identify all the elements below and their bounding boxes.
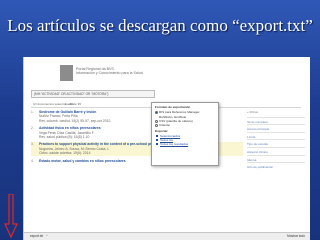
bullet-icon xyxy=(156,139,158,142)
bullet-icon xyxy=(156,143,158,146)
export-format-label: RIS para Reference Manager, RefWorks, En… xyxy=(159,110,201,119)
sidebar-item[interactable]: Idioma xyxy=(247,154,305,163)
radio-icon[interactable] xyxy=(155,124,158,128)
slide-title: Los artículos se descargan como “export.… xyxy=(7,16,313,35)
export-format-label: Citación xyxy=(159,123,171,128)
result-number: 3. xyxy=(31,142,34,147)
downloaded-file-name: export.txt xyxy=(30,234,44,238)
portal-name-line1: Portal Regional da BVS xyxy=(76,67,114,71)
export-all-results-link[interactable]: Todos los resultados xyxy=(155,142,215,146)
radio-selected-icon[interactable] xyxy=(155,111,158,115)
sidebar-item[interactable]: + Filtros xyxy=(247,108,305,117)
export-format-option[interactable]: RIS para Reference Manager, RefWorks, En… xyxy=(155,110,215,119)
sidebar-item[interactable]: Año de publicación xyxy=(247,162,305,170)
show-all-downloads-button[interactable]: Mostrar todo xyxy=(287,234,305,239)
sidebar-item[interactable]: Aspecto clínico xyxy=(247,146,305,155)
bullet-icon xyxy=(156,134,158,137)
result-number: 2. xyxy=(31,126,34,131)
result-number: 4. xyxy=(31,158,34,163)
results-count: 1 - 20 de 95 xyxy=(65,102,82,106)
result-number: 1. xyxy=(31,110,34,114)
portal-name-line2: Información y Conocimiento para la Salud xyxy=(76,71,143,76)
downloaded-file[interactable]: export.txt ^ xyxy=(30,234,48,239)
sidebar-item[interactable]: Tipo de estudio xyxy=(247,139,305,147)
export-format-option[interactable]: Citación xyxy=(155,123,215,128)
filters-sidebar: + Filtros Texto completo Asunto principa… xyxy=(247,108,305,230)
bvs-logo xyxy=(60,65,73,81)
export-dialog: Formato de exportación RIS para Referenc… xyxy=(151,102,219,166)
browser-screenshot: Portal Regional da BVS Información y Con… xyxy=(23,57,310,240)
arrow-down-icon xyxy=(4,194,18,238)
search-input[interactable]: (MH:"ACTIVIDAD" OR ACTIVIDAD" OR "MOTORA… xyxy=(31,90,155,98)
export-link-label: Todos los resultados xyxy=(160,142,189,147)
portal-header: Portal Regional da BVS Información y Con… xyxy=(24,57,310,85)
download-bar: export.txt ^ Mostrar todo xyxy=(24,232,310,240)
export-dialog-title: Formato de exportación xyxy=(155,105,191,109)
portal-name: Portal Regional da BVS Información y Con… xyxy=(76,67,143,76)
chevron-up-icon[interactable]: ^ xyxy=(46,234,48,238)
sidebar-item[interactable]: Límite xyxy=(247,131,305,140)
sidebar-item[interactable]: Asunto principal xyxy=(247,124,305,132)
sidebar-item[interactable]: Texto completo xyxy=(247,116,305,125)
